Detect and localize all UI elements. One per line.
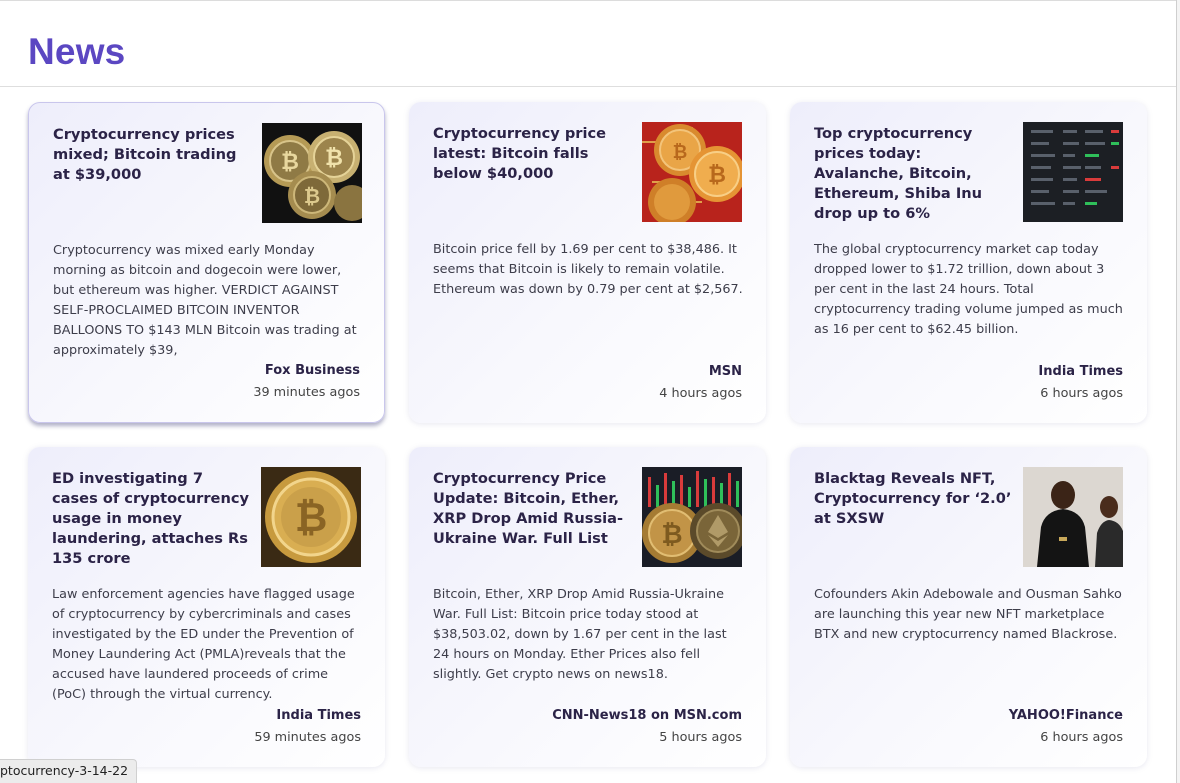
news-card-time: 4 hours agos — [659, 386, 742, 401]
gold-bitcoin-closeup-image: ₿ — [261, 467, 361, 567]
news-card[interactable]: ED investigating 7 cases of cryptocurren… — [28, 447, 385, 767]
news-card-time: 6 hours agos — [1040, 386, 1123, 401]
news-card-title[interactable]: Top cryptocurrency prices today: Avalanc… — [814, 124, 1014, 224]
news-card-title[interactable]: ED investigating 7 cases of cryptocurren… — [52, 469, 252, 569]
svg-text:₿: ₿ — [708, 163, 726, 188]
news-card-time: 39 minutes agos — [253, 385, 360, 400]
header-bar: News — [0, 0, 1180, 87]
svg-text:₿: ₿ — [325, 146, 343, 171]
crypto-coins-on-red-circuit-image: ₿ ₿ — [642, 122, 742, 222]
founders-photo-image — [1023, 467, 1123, 567]
news-card[interactable]: Cryptocurrency Price Update: Bitcoin, Et… — [409, 447, 766, 767]
news-card-source: India Times — [1038, 364, 1123, 379]
news-card-time: 59 minutes agos — [254, 730, 361, 745]
news-card-description: Bitcoin, Ether, XRP Drop Amid Russia-Ukr… — [433, 587, 727, 682]
svg-text:₿: ₿ — [281, 150, 299, 175]
svg-text:₿: ₿ — [673, 142, 688, 163]
svg-text:₿: ₿ — [661, 520, 682, 550]
news-card[interactable]: Blacktag Reveals NFT, Cryptocurrency for… — [790, 447, 1147, 767]
news-card-title[interactable]: Cryptocurrency prices mixed; Bitcoin tra… — [53, 125, 253, 185]
page-title: News — [28, 31, 126, 72]
news-card-title[interactable]: Cryptocurrency price latest: Bitcoin fal… — [433, 124, 633, 184]
stock-ticker-board-image — [1023, 122, 1123, 222]
news-grid: Cryptocurrency prices mixed; Bitcoin tra… — [28, 102, 1147, 767]
news-card-time: 5 hours agos — [659, 730, 742, 745]
news-card-source: YAHOO!Finance — [1008, 708, 1123, 723]
news-card-source: Fox Business — [264, 363, 360, 378]
window-scrollbar[interactable] — [1176, 0, 1180, 783]
news-card-source: CNN-News18 on MSN.com — [552, 708, 742, 723]
news-card[interactable]: Cryptocurrency price latest: Bitcoin fal… — [409, 102, 766, 423]
link-status-bar: ptocurrency-3-14-22 — [0, 759, 138, 783]
news-card-time: 6 hours agos — [1040, 730, 1123, 745]
news-card-description: The global cryptocurrency market cap tod… — [814, 242, 1123, 337]
news-card-title[interactable]: Cryptocurrency Price Update: Bitcoin, Et… — [433, 469, 633, 549]
news-card-description: Cofounders Akin Adebowale and Ousman Sah… — [814, 587, 1122, 642]
news-card-description: Cryptocurrency was mixed early Monday mo… — [53, 243, 357, 358]
bitcoin-ether-coins-chart-image: ₿ — [642, 467, 742, 567]
bitcoin-coins-dark-image: ₿ ₿ ₿ — [262, 123, 362, 223]
news-card-title[interactable]: Blacktag Reveals NFT, Cryptocurrency for… — [814, 469, 1014, 529]
svg-text:₿: ₿ — [295, 495, 328, 541]
news-card[interactable]: Top cryptocurrency prices today: Avalanc… — [790, 102, 1147, 423]
svg-text:₿: ₿ — [304, 184, 320, 208]
news-card-source: MSN — [708, 364, 742, 379]
news-card-description: Bitcoin price fell by 1.69 per cent to $… — [433, 242, 743, 297]
news-card-source: India Times — [276, 708, 361, 723]
news-card[interactable]: Cryptocurrency prices mixed; Bitcoin tra… — [28, 102, 385, 423]
news-card-description: Law enforcement agencies have flagged us… — [52, 587, 355, 702]
